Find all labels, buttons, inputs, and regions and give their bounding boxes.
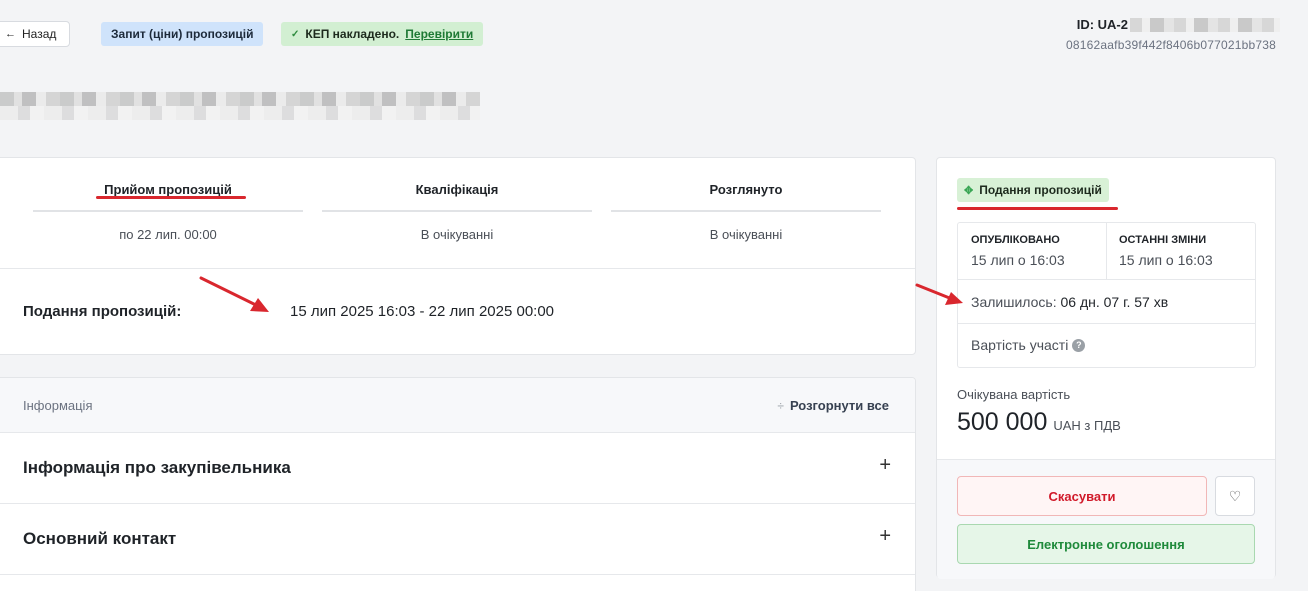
- redacted-id: [1130, 17, 1280, 32]
- changed-col: ОСТАННІ ЗМІНИ 15 лип о 16:03: [1106, 223, 1254, 279]
- changed-label: ОСТАННІ ЗМІНИ: [1119, 234, 1207, 246]
- divider: [958, 279, 1255, 280]
- check-icon: ✓: [291, 28, 300, 40]
- participation-cost: Вартість участі ?: [971, 337, 1086, 353]
- changed-value: 15 лип о 16:03: [1119, 252, 1213, 268]
- electronic-notice-button[interactable]: Електронне оголошення: [957, 524, 1255, 564]
- tender-id-text: ID: UA-2: [1076, 17, 1128, 32]
- cancel-button[interactable]: Скасувати: [957, 476, 1207, 516]
- accordion-main-contact[interactable]: Основний контакт +: [0, 504, 915, 575]
- accordion-title: Основний контакт: [23, 529, 177, 548]
- info-card: Інформація ÷ Розгорнути все Інформація п…: [0, 377, 916, 591]
- status-label: Подання пропозицій: [979, 183, 1102, 197]
- back-label: Назад: [22, 27, 57, 41]
- stage-reviewed[interactable]: Розглянуто В очікуванні: [611, 182, 881, 242]
- stage-name: Кваліфікація: [415, 182, 499, 197]
- stage-offers[interactable]: Прийом пропозицій по 22 лип. 00:00: [33, 182, 303, 242]
- stage-line: [611, 210, 881, 212]
- expand-all-button[interactable]: ÷ Розгорнути все: [777, 398, 889, 413]
- plus-icon: +: [879, 525, 891, 547]
- expected-value-label: Очікувана вартість: [957, 387, 1071, 402]
- dates-box: ОПУБЛІКОВАНО 15 лип о 16:03 ОСТАННІ ЗМІН…: [957, 222, 1256, 368]
- help-icon[interactable]: ?: [1072, 338, 1086, 352]
- plus-icon: +: [879, 454, 891, 476]
- accordion-buyer-info[interactable]: Інформація про закупівельника +: [0, 433, 915, 504]
- kep-text: КЕП накладено.: [305, 27, 400, 41]
- stage-line: [33, 210, 303, 212]
- remaining-time: Залишилось: 06 дн. 07 г. 57 хв: [971, 294, 1168, 310]
- annotation-underline: [96, 196, 246, 199]
- stage-qualification[interactable]: Кваліфікація В очікуванні: [322, 182, 592, 242]
- participation-cost-label: Вартість участі: [971, 337, 1069, 353]
- expand-all-label: Розгорнути все: [789, 398, 889, 413]
- stage-name: Розглянуто: [709, 182, 783, 197]
- expected-value: 500 000 UAH з ПДВ: [957, 408, 1121, 437]
- kep-verify-link[interactable]: Перевірити: [405, 27, 473, 41]
- published-value: 15 лип о 16:03: [971, 252, 1065, 268]
- redacted-title: [0, 92, 480, 120]
- published-label: ОПУБЛІКОВАНО: [971, 234, 1060, 246]
- arrow-left-icon: ←: [5, 28, 16, 40]
- remaining-label: Залишилось:: [971, 294, 1057, 310]
- procedure-type-tag: Запит (ціни) пропозицій: [101, 22, 264, 46]
- info-title: Інформація: [23, 398, 93, 413]
- stage-line: [322, 210, 592, 212]
- expected-currency: UAH з ПДВ: [1053, 418, 1121, 433]
- remaining-value: 06 дн. 07 г. 57 хв: [1060, 294, 1169, 310]
- procedure-type-label: Запит (ціни) пропозицій: [111, 27, 254, 41]
- favorite-button[interactable]: ♡: [1215, 476, 1255, 516]
- annotation-underline: [957, 207, 1118, 210]
- accordion-title: Інформація про закупівельника: [23, 458, 291, 477]
- tender-id: ID: UA-2: [1077, 17, 1280, 32]
- divider: [958, 323, 1255, 324]
- move-icon: ✥: [964, 184, 974, 197]
- status-card: ✥ Подання пропозицій ОПУБЛІКОВАНО 15 лип…: [936, 157, 1276, 579]
- divider: [0, 268, 915, 269]
- stage-sub: В очікуванні: [420, 227, 494, 242]
- back-button[interactable]: ← Назад: [0, 21, 70, 47]
- expected-amount: 500 000: [957, 408, 1048, 436]
- stage-sub: по 22 лип. 00:00: [119, 227, 217, 242]
- expand-icon: ÷: [777, 398, 784, 413]
- tender-hash: 08162aafb39f442f8406b077021bb738: [1066, 38, 1276, 52]
- kep-status-tag: ✓ КЕП накладено. Перевірити: [281, 22, 484, 46]
- heart-icon: ♡: [1228, 487, 1242, 504]
- submit-period-value: 15 лип 2025 16:03 - 22 лип 2025 00:00: [290, 303, 555, 320]
- actions-footer: Скасувати ♡ Електронне оголошення: [937, 459, 1275, 579]
- status-badge: ✥ Подання пропозицій: [957, 178, 1109, 202]
- info-header: Інформація ÷ Розгорнути все: [0, 378, 915, 433]
- timeline-card: Прийом пропозицій по 22 лип. 00:00 Квалі…: [0, 157, 916, 355]
- stage-sub: В очікуванні: [709, 227, 783, 242]
- submit-period-label: Подання пропозицій:: [23, 303, 182, 320]
- published-col: ОПУБЛІКОВАНО 15 лип о 16:03: [958, 223, 1106, 279]
